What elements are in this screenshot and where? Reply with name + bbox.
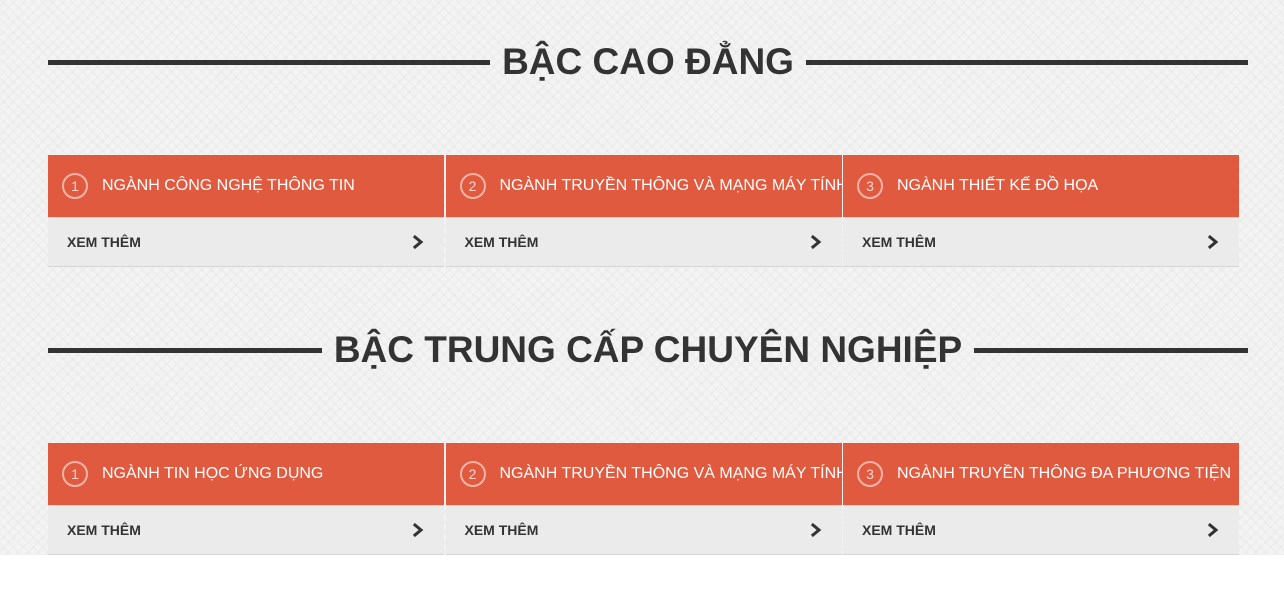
chevron-right-icon — [1207, 523, 1219, 537]
program-number-badge: 2 — [459, 173, 486, 199]
see-more-link[interactable]: XEM THÊM — [445, 505, 842, 555]
see-more-link[interactable]: XEM THÊM — [48, 505, 444, 555]
program-card: 3 NGÀNH THIẾT KẾ ĐỒ HỌA XEM THÊM — [843, 155, 1239, 267]
program-card-list: 1 NGÀNH CÔNG NGHỆ THÔNG TIN XEM THÊM 2 N… — [48, 155, 1239, 267]
program-title: NGÀNH TRUYỀN THÔNG ĐA PHƯƠNG TIỆN — [897, 465, 1232, 482]
program-card: 2 NGÀNH TRUYỀN THÔNG VÀ MẠNG MÁY TÍNH XE… — [445, 155, 848, 267]
section-heading-row: BẬC CAO ĐẲNG — [48, 40, 1249, 84]
program-title: NGÀNH THIẾT KẾ ĐỒ HỌA — [897, 177, 1099, 194]
program-card-header[interactable]: 2 NGÀNH TRUYỀN THÔNG VÀ MẠNG MÁY TÍNH — [445, 443, 848, 505]
program-number-badge: 1 — [62, 173, 88, 199]
see-more-label: XEM THÊM — [862, 234, 936, 250]
program-card-header[interactable]: 3 NGÀNH TRUYỀN THÔNG ĐA PHƯƠNG TIỆN — [843, 443, 1239, 505]
program-card-header[interactable]: 1 NGÀNH CÔNG NGHỆ THÔNG TIN — [48, 155, 444, 217]
program-title: NGÀNH TRUYỀN THÔNG VÀ MẠNG MÁY TÍNH — [499, 177, 848, 194]
section-professional-secondary: BẬC TRUNG CẤP CHUYÊN NGHIỆP 1 NGÀNH TIN … — [48, 328, 1248, 555]
see-more-label: XEM THÊM — [67, 234, 141, 250]
program-title: NGÀNH TRUYỀN THÔNG VÀ MẠNG MÁY TÍNH — [499, 465, 848, 482]
program-number-badge: 3 — [857, 173, 883, 199]
chevron-right-icon — [810, 523, 821, 537]
see-more-label: XEM THÊM — [464, 522, 539, 538]
heading-rule-left — [48, 347, 322, 353]
see-more-link[interactable]: XEM THÊM — [48, 217, 444, 267]
section-heading: BẬC CAO ĐẲNG — [502, 41, 794, 82]
heading-rule-right — [974, 347, 1248, 353]
program-card: 1 NGÀNH CÔNG NGHỆ THÔNG TIN XEM THÊM — [48, 155, 444, 267]
program-card-header[interactable]: 3 NGÀNH THIẾT KẾ ĐỒ HỌA — [843, 155, 1239, 217]
section-heading: BẬC TRUNG CẤP CHUYÊN NGHIỆP — [333, 329, 963, 370]
program-card-header[interactable]: 1 NGÀNH TIN HỌC ỨNG DỤNG — [48, 443, 444, 505]
chevron-right-icon — [412, 523, 424, 537]
section-college: BẬC CAO ĐẲNG 1 NGÀNH CÔNG NGHỆ THÔNG TIN… — [48, 40, 1249, 267]
see-more-link[interactable]: XEM THÊM — [843, 505, 1239, 555]
program-card-list: 1 NGÀNH TIN HỌC ỨNG DỤNG XEM THÊM 2 NGÀN… — [48, 443, 1239, 555]
program-card: 2 NGÀNH TRUYỀN THÔNG VÀ MẠNG MÁY TÍNH XE… — [445, 443, 848, 555]
see-more-label: XEM THÊM — [862, 522, 936, 538]
see-more-label: XEM THÊM — [67, 522, 141, 538]
program-number-badge: 3 — [857, 461, 883, 487]
program-number-badge: 2 — [459, 461, 486, 487]
program-number-badge: 1 — [62, 461, 88, 487]
chevron-right-icon — [412, 235, 424, 249]
see-more-link[interactable]: XEM THÊM — [843, 217, 1239, 267]
chevron-right-icon — [810, 235, 821, 249]
program-title: NGÀNH CÔNG NGHỆ THÔNG TIN — [102, 177, 355, 194]
program-card-header[interactable]: 2 NGÀNH TRUYỀN THÔNG VÀ MẠNG MÁY TÍNH — [445, 155, 848, 217]
program-title: NGÀNH TIN HỌC ỨNG DỤNG — [102, 465, 324, 482]
heading-rule-left — [48, 59, 491, 65]
heading-rule-right — [805, 59, 1249, 65]
section-heading-row: BẬC TRUNG CẤP CHUYÊN NGHIỆP — [48, 328, 1248, 372]
chevron-right-icon — [1207, 235, 1219, 249]
see-more-link[interactable]: XEM THÊM — [445, 217, 842, 267]
program-card: 3 NGÀNH TRUYỀN THÔNG ĐA PHƯƠNG TIỆN XEM … — [843, 443, 1239, 555]
program-card: 1 NGÀNH TIN HỌC ỨNG DỤNG XEM THÊM — [48, 443, 444, 555]
see-more-label: XEM THÊM — [464, 234, 539, 250]
